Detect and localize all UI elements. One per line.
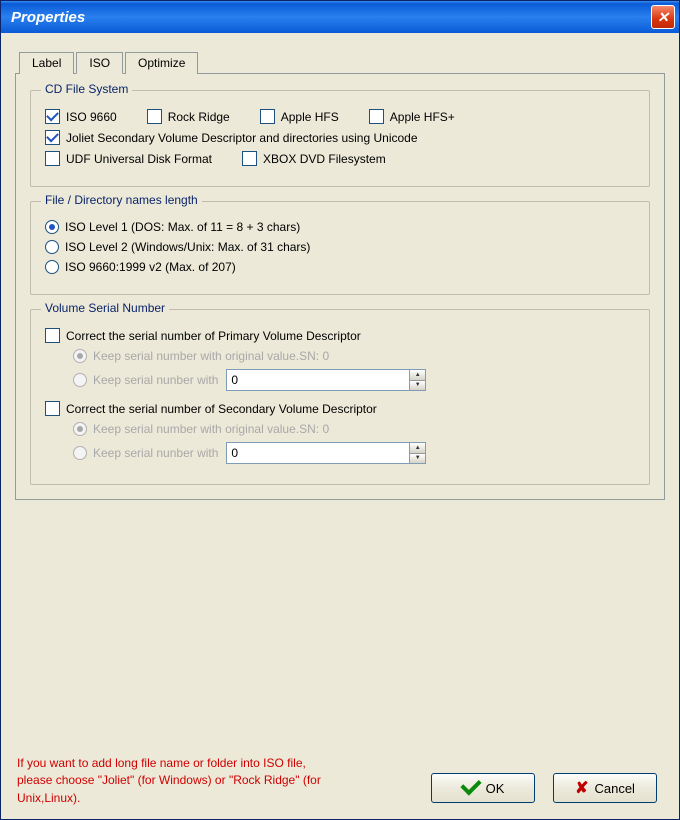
hint-text: If you want to add long file name or fol… xyxy=(17,755,327,807)
checkbox-correct-secondary[interactable]: Correct the serial number of Secondary V… xyxy=(45,401,377,416)
spinner-primary-sn[interactable]: ▲ ▼ xyxy=(226,369,426,391)
spinner-down-icon[interactable]: ▼ xyxy=(410,381,426,391)
check-icon xyxy=(147,109,162,124)
radio-label: ISO 9660:1999 v2 (Max. of 207) xyxy=(65,260,236,274)
checkbox-label: Joliet Secondary Volume Descriptor and d… xyxy=(66,131,418,145)
group-name-length: File / Directory names length ISO Level … xyxy=(30,201,650,295)
checkbox-joliet[interactable]: Joliet Secondary Volume Descriptor and d… xyxy=(45,130,418,145)
tab-optimize[interactable]: Optimize xyxy=(125,52,198,74)
ok-button[interactable]: OK xyxy=(431,773,535,803)
tab-label[interactable]: Label xyxy=(19,52,74,74)
tab-iso[interactable]: ISO xyxy=(76,52,123,74)
radio-label: Keep serial number with original value.S… xyxy=(93,349,329,363)
radio-icon xyxy=(45,220,59,234)
checkbox-applehfsplus[interactable]: Apple HFS+ xyxy=(369,109,455,124)
check-icon xyxy=(45,151,60,166)
spinner-input[interactable] xyxy=(227,443,408,463)
radio-iso-level-1[interactable]: ISO Level 1 (DOS: Max. of 11 = 8 + 3 cha… xyxy=(45,220,300,234)
spinner-buttons: ▲ ▼ xyxy=(409,443,426,463)
cancel-label: Cancel xyxy=(594,781,634,796)
checkbox-iso9660[interactable]: ISO 9660 xyxy=(45,109,117,124)
check-icon xyxy=(242,151,257,166)
group-cd-file-system: CD File System ISO 9660 Rock Ridge Apple… xyxy=(30,90,650,187)
spinner-up-icon[interactable]: ▲ xyxy=(410,370,426,381)
close-icon: ✕ xyxy=(657,9,669,26)
spinner-input[interactable] xyxy=(227,370,408,390)
checkbox-applehfs[interactable]: Apple HFS xyxy=(260,109,339,124)
radio-icon xyxy=(73,422,87,436)
spinner-secondary-sn[interactable]: ▲ ▼ xyxy=(226,442,426,464)
radio-icon xyxy=(45,260,59,274)
check-icon xyxy=(45,109,60,124)
radio-icon xyxy=(73,349,87,363)
radio-label: Keep serial nunber with xyxy=(93,373,218,387)
checkbox-label: Correct the serial number of Secondary V… xyxy=(66,402,377,416)
checkbox-label: UDF Universal Disk Format xyxy=(66,152,212,166)
tab-panel-iso: CD File System ISO 9660 Rock Ridge Apple… xyxy=(15,73,665,500)
checkbox-label: ISO 9660 xyxy=(66,110,117,124)
radio-iso-level-2[interactable]: ISO Level 2 (Windows/Unix: Max. of 31 ch… xyxy=(45,240,310,254)
group-title-len: File / Directory names length xyxy=(41,193,202,207)
check-icon xyxy=(45,401,60,416)
checkbox-xbox[interactable]: XBOX DVD Filesystem xyxy=(242,151,386,166)
group-title-vsn: Volume Serial Number xyxy=(41,301,169,315)
cancel-button[interactable]: ✘ Cancel xyxy=(553,773,657,803)
checkbox-label: Correct the serial number of Primary Vol… xyxy=(66,329,361,343)
radio-icon xyxy=(73,446,87,460)
spinner-down-icon[interactable]: ▼ xyxy=(410,454,426,464)
checkbox-udf[interactable]: UDF Universal Disk Format xyxy=(45,151,212,166)
radio-icon xyxy=(45,240,59,254)
tab-bar: Label ISO Optimize xyxy=(19,51,665,73)
checkbox-label: XBOX DVD Filesystem xyxy=(263,152,386,166)
ok-label: OK xyxy=(486,781,505,796)
radio-keep-with-secondary: Keep serial nunber with xyxy=(73,446,218,460)
radio-label: Keep serial nunber with xyxy=(93,446,218,460)
radio-iso-9660-1999[interactable]: ISO 9660:1999 v2 (Max. of 207) xyxy=(45,260,236,274)
radio-keep-with-primary: Keep serial nunber with xyxy=(73,373,218,387)
window-title: Properties xyxy=(11,9,85,26)
checkbox-label: Rock Ridge xyxy=(168,110,230,124)
checkbox-correct-primary[interactable]: Correct the serial number of Primary Vol… xyxy=(45,328,361,343)
properties-window: Properties ✕ Label ISO Optimize CD File … xyxy=(0,0,680,820)
group-title-fs: CD File System xyxy=(41,82,132,96)
check-icon xyxy=(369,109,384,124)
checkbox-rockridge[interactable]: Rock Ridge xyxy=(147,109,230,124)
checkmark-icon xyxy=(462,779,480,798)
radio-keep-original-primary: Keep serial number with original value.S… xyxy=(73,349,329,363)
radio-label: ISO Level 2 (Windows/Unix: Max. of 31 ch… xyxy=(65,240,310,254)
checkbox-label: Apple HFS xyxy=(281,110,339,124)
radio-label: ISO Level 1 (DOS: Max. of 11 = 8 + 3 cha… xyxy=(65,220,300,234)
radio-icon xyxy=(73,373,87,387)
radio-label: Keep serial number with original value.S… xyxy=(93,422,329,436)
spinner-buttons: ▲ ▼ xyxy=(409,370,426,390)
group-volume-serial: Volume Serial Number Correct the serial … xyxy=(30,309,650,485)
titlebar: Properties ✕ xyxy=(1,1,679,33)
dialog-buttons: OK ✘ Cancel xyxy=(431,773,657,803)
spinner-up-icon[interactable]: ▲ xyxy=(410,443,426,454)
radio-keep-original-secondary: Keep serial number with original value.S… xyxy=(73,422,329,436)
cross-icon: ✘ xyxy=(575,778,588,798)
check-icon xyxy=(45,328,60,343)
close-button[interactable]: ✕ xyxy=(651,5,675,29)
checkbox-label: Apple HFS+ xyxy=(390,110,455,124)
content-area: Label ISO Optimize CD File System ISO 96… xyxy=(1,33,679,819)
check-icon xyxy=(260,109,275,124)
check-icon xyxy=(45,130,60,145)
